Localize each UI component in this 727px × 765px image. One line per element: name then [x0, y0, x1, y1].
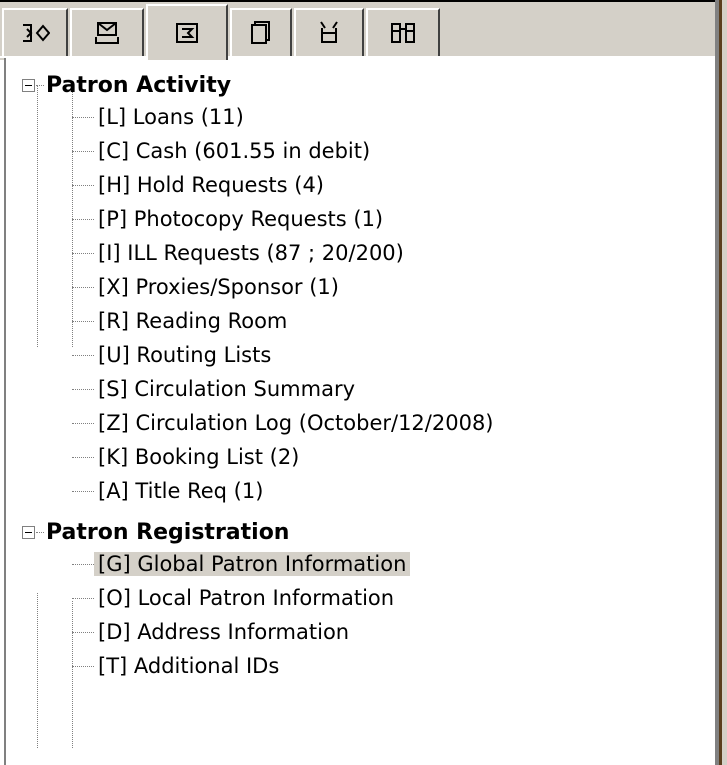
tree-connector: [72, 355, 94, 356]
tree-item-label: [A] Title Req (1): [98, 479, 264, 503]
tab-binoculars[interactable]: [366, 8, 440, 56]
tree-item-label: [L] Loans (11): [98, 105, 244, 129]
tree-item-circulation-summary[interactable]: [S] Circulation Summary: [94, 372, 359, 406]
tree-connector: [72, 632, 94, 633]
tree-connector: [72, 666, 94, 667]
tree-connector: [72, 491, 94, 492]
group-label: Patron Registration: [46, 519, 290, 545]
tree-item-global-patron-information[interactable]: [G] Global Patron Information: [94, 547, 411, 581]
tree-item-routing-lists[interactable]: [U] Routing Lists: [94, 338, 275, 372]
tree-item-label: [S] Circulation Summary: [98, 377, 356, 401]
tab-patron-card[interactable]: [146, 4, 228, 60]
tree-connector: [72, 457, 94, 458]
tree-item-proxies-sponsor[interactable]: [X] Proxies/Sponsor (1): [94, 270, 343, 304]
tab-strip: [0, 0, 719, 60]
tree-connector: [72, 253, 94, 254]
tab-notebook[interactable]: [230, 8, 292, 56]
tree-item-label: [I] ILL Requests (87 ; 20/200): [98, 241, 404, 265]
tab-envelope-tray[interactable]: [70, 8, 144, 56]
tree-item-address-information[interactable]: [D] Address Information: [94, 615, 353, 649]
tree-item-label: [P] Photocopy Requests (1): [98, 207, 384, 231]
tree-item-local-patron-information[interactable]: [O] Local Patron Information: [94, 581, 398, 615]
tree-item-label: [Z] Circulation Log (October/12/2008): [98, 411, 494, 435]
tree-item-circulation-log[interactable]: [Z] Circulation Log (October/12/2008): [94, 406, 498, 440]
tree-connector: [36, 85, 44, 86]
tree-connector: [37, 593, 38, 748]
tree-connector: [36, 532, 44, 533]
tree-connector: [72, 321, 94, 322]
patron-navigation-pane: Patron Activity [L] Loans (11) [C] Cash …: [0, 0, 719, 765]
tree-connector: [72, 287, 94, 288]
tree-item-label: [T] Additional IDs: [98, 654, 280, 678]
group-label: Patron Activity: [46, 72, 232, 98]
tab-patron-transfer[interactable]: [2, 8, 68, 56]
tree-item-reading-room[interactable]: [R] Reading Room: [94, 304, 291, 338]
tree-item-label: [K] Booking List (2): [98, 445, 300, 469]
tree-item-loans[interactable]: [L] Loans (11): [94, 100, 248, 134]
collapse-icon[interactable]: [22, 526, 35, 539]
tree-item-label: [C] Cash (601.55 in debit): [98, 139, 371, 163]
tree-connector: [72, 423, 94, 424]
tree-item-photocopy-requests[interactable]: [P] Photocopy Requests (1): [94, 202, 387, 236]
patron-card-icon: [176, 23, 198, 43]
tree-item-hold-requests[interactable]: [H] Hold Requests (4): [94, 168, 328, 202]
tree-item-booking-list[interactable]: [K] Booking List (2): [94, 440, 303, 474]
tree-connector: [72, 219, 94, 220]
splitter-bar[interactable]: [719, 0, 722, 765]
tree-item-label: [X] Proxies/Sponsor (1): [98, 275, 339, 299]
binoculars-icon: [391, 23, 415, 43]
tree-connector: [72, 117, 94, 118]
envelope-tray-icon: [95, 22, 119, 44]
basket-icon: [320, 21, 338, 43]
tree-group-patron-registration[interactable]: Patron Registration: [46, 515, 289, 549]
tree-item-label: [R] Reading Room: [98, 309, 288, 333]
tree-panel: Patron Activity [L] Loans (11) [C] Cash …: [4, 58, 717, 765]
tree-item-label: [D] Address Information: [98, 620, 350, 644]
tree-item-cash[interactable]: [C] Cash (601.55 in debit): [94, 134, 374, 168]
tree-connector: [72, 389, 94, 390]
tree-connector: [72, 185, 94, 186]
tree-item-additional-ids[interactable]: [T] Additional IDs: [94, 649, 283, 683]
tree-connector: [72, 564, 94, 565]
tree-connector: [37, 85, 38, 347]
tree-item-label: [O] Local Patron Information: [98, 586, 395, 610]
tree-item-label: [G] Global Patron Information: [94, 552, 411, 576]
tree-connector: [72, 151, 94, 152]
tree-item-title-req[interactable]: [A] Title Req (1): [94, 474, 267, 508]
tree-item-label: [U] Routing Lists: [98, 343, 272, 367]
tree-connector: [72, 601, 73, 748]
patron-transfer-icon: [23, 24, 50, 42]
tab-basket[interactable]: [294, 8, 364, 56]
tree-connector: [72, 598, 94, 599]
tree-group-patron-activity[interactable]: Patron Activity: [46, 68, 231, 102]
tree-item-ill-requests[interactable]: [I] ILL Requests (87 ; 20/200): [94, 236, 408, 270]
collapse-icon[interactable]: [22, 79, 35, 92]
notebook-icon: [251, 21, 270, 44]
tree-item-label: [H] Hold Requests (4): [98, 173, 324, 197]
